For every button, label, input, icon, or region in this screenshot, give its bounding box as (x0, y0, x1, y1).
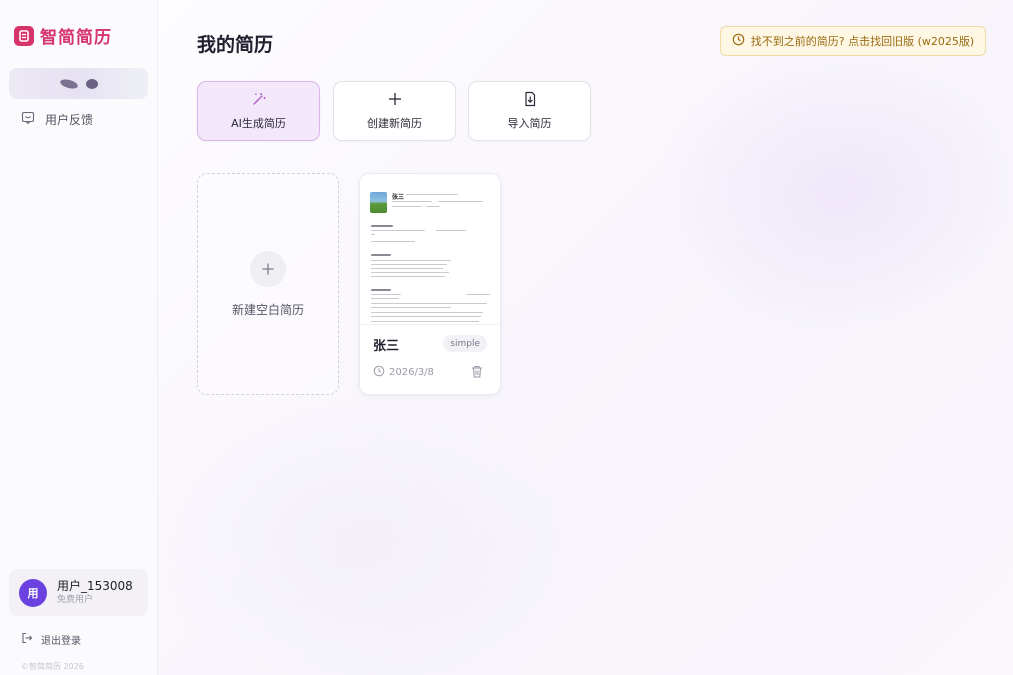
user-info: 用户_153008 免费用户 (57, 579, 133, 606)
old-version-link[interactable]: 找不到之前的简历? 点击找回旧版 (w2025版) (720, 26, 986, 56)
new-blank-label: 新建空白简历 (231, 302, 304, 317)
clock-icon (732, 33, 745, 49)
new-blank-resume-card[interactable]: 新建空白简历 (197, 173, 339, 395)
logo-icon (14, 25, 34, 46)
ai-generate-button[interactable]: AI生成简历 (197, 81, 320, 141)
resume-name: 张三 (373, 339, 400, 354)
plus-icon (250, 250, 286, 287)
action-label: 创建新简历 (367, 117, 422, 130)
thumbnail-line (371, 298, 399, 299)
sidebar-promo-banner[interactable] (9, 68, 148, 99)
logout-label: 退出登录 (41, 636, 81, 647)
user-name: 用户_153008 (57, 579, 133, 593)
thumbnail-line (371, 312, 483, 313)
thumbnail-name: 张三 (392, 194, 405, 201)
decoration-shape (58, 77, 79, 90)
thumbnail-line (371, 260, 451, 261)
resume-date: 2026/3/8 (373, 365, 434, 380)
user-profile-card[interactable]: 用 用户_153008 免费用户 (9, 569, 148, 616)
thumbnail-line (371, 241, 415, 242)
copyright-text: ©智简简历 2026 (21, 662, 84, 671)
thumbnail-line (392, 201, 432, 202)
sidebar-item-label: 用户反馈 (45, 113, 94, 127)
main-content: 我的简历 找不到之前的简历? 点击找回旧版 (w2025版) AI生成简历 创建… (158, 0, 1013, 675)
clock-icon (373, 365, 385, 380)
thumbnail-line (371, 276, 445, 277)
user-plan: 免费用户 (57, 595, 94, 605)
template-badge: simple (443, 335, 487, 352)
logout-button[interactable]: 退出登录 (21, 632, 81, 647)
feedback-icon (21, 111, 35, 128)
avatar: 用 (19, 578, 47, 607)
resume-card[interactable]: 张三 张三 simple 2026/3/8 (359, 173, 501, 395)
thumbnail-line (466, 294, 490, 295)
thumbnail-heading (371, 289, 391, 291)
thumbnail-line (392, 206, 422, 207)
app-logo[interactable]: 智简简历 (14, 23, 112, 48)
thumbnail-line (371, 264, 447, 265)
thumbnail-heading (371, 254, 391, 256)
plus-icon (387, 91, 403, 110)
thumbnail-heading (371, 225, 393, 227)
import-resume-button[interactable]: 导入简历 (468, 81, 591, 141)
thumbnail-line (436, 230, 466, 231)
thumbnail-line (371, 307, 451, 308)
thumbnail-line (438, 201, 483, 202)
thumbnail-line (406, 194, 458, 195)
thumbnail-line (371, 316, 481, 317)
resume-date-text: 2026/3/8 (389, 367, 434, 378)
resume-thumbnail: 张三 (360, 174, 500, 324)
import-file-icon (522, 91, 538, 110)
action-label: 导入简历 (507, 117, 552, 130)
thumbnail-line (371, 230, 425, 231)
thumbnail-line (371, 294, 401, 295)
divider (360, 324, 500, 325)
action-label: AI生成简历 (231, 117, 286, 130)
old-version-text: 找不到之前的简历? 点击找回旧版 (w2025版) (750, 35, 975, 48)
thumbnail-line (426, 206, 440, 207)
app-name: 智简简历 (40, 28, 112, 48)
sidebar-item-feedback[interactable]: 用户反馈 (21, 111, 93, 128)
thumbnail-line (371, 234, 375, 235)
logout-icon (21, 632, 33, 647)
delete-icon[interactable] (471, 363, 483, 382)
thumbnail-line (371, 268, 443, 269)
thumbnail-line (371, 321, 479, 322)
thumbnail-line (371, 272, 449, 273)
thumbnail-line (371, 303, 487, 304)
magic-wand-icon (251, 91, 267, 110)
create-resume-button[interactable]: 创建新简历 (333, 81, 456, 141)
sidebar: 智简简历 用户反馈 用 用户_153008 免费用户 退出登录 ©智简简历 20… (0, 0, 158, 675)
decoration-shape (85, 78, 98, 89)
resume-photo (370, 192, 387, 213)
page-title: 我的简历 (197, 34, 274, 56)
